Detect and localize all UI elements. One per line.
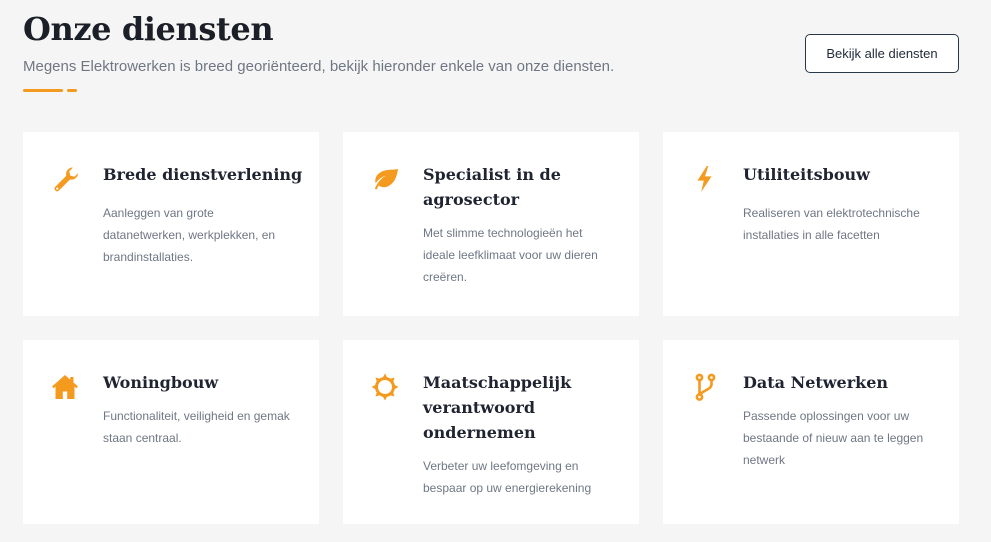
service-title: Data Netwerken [743,373,889,392]
service-title: Woningbouw [103,373,219,392]
service-description: Passende oplossingen voor uw bestaande o… [743,409,924,467]
service-card-brede-dienstverlening[interactable]: Brede dienstverlening Aanleggen van grot… [23,132,319,316]
accent-dot [67,89,77,92]
service-title: Specialist in de agrosector [423,165,561,209]
branch-icon [689,371,721,403]
accent-line [23,89,63,92]
sun-icon [369,371,401,403]
leaf-icon [369,163,401,195]
service-card-mvo[interactable]: Maatschappelijk verantwoord ondernemen V… [343,340,639,524]
house-icon [49,371,81,403]
service-description: Aanleggen van grote datanetwerken, werkp… [103,206,276,264]
service-description: Met slimme technologieën het ideale leef… [423,226,598,284]
service-description: Verbeter uw leefomgeving en bespaar op u… [423,459,592,495]
service-card-utiliteitsbouw[interactable]: Utiliteitsbouw Realiseren van elektrotec… [663,132,959,316]
service-title: Brede dienstverlening [103,165,303,184]
wrench-icon [49,163,81,195]
service-title: Utiliteitsbouw [743,165,870,184]
page-subtitle: Megens Elektrowerken is breed georiëntee… [23,58,615,75]
service-description: Realiseren van elektrotechnische install… [743,206,920,242]
view-all-services-button[interactable]: Bekijk alle diensten [805,34,959,73]
lightning-icon [689,163,721,195]
service-description: Functionaliteit, veiligheid en gemak sta… [103,409,290,445]
service-card-woningbouw[interactable]: Woningbouw Functionaliteit, veiligheid e… [23,340,319,524]
service-title: Maatschappelijk verantwoord ondernemen [423,373,572,442]
service-card-agrosector[interactable]: Specialist in de agrosector Met slimme t… [343,132,639,316]
services-section: Onze diensten Megens Elektrowerken is br… [0,0,991,542]
page-title: Onze diensten [23,10,274,48]
service-card-data-netwerken[interactable]: Data Netwerken Passende oplossingen voor… [663,340,959,524]
